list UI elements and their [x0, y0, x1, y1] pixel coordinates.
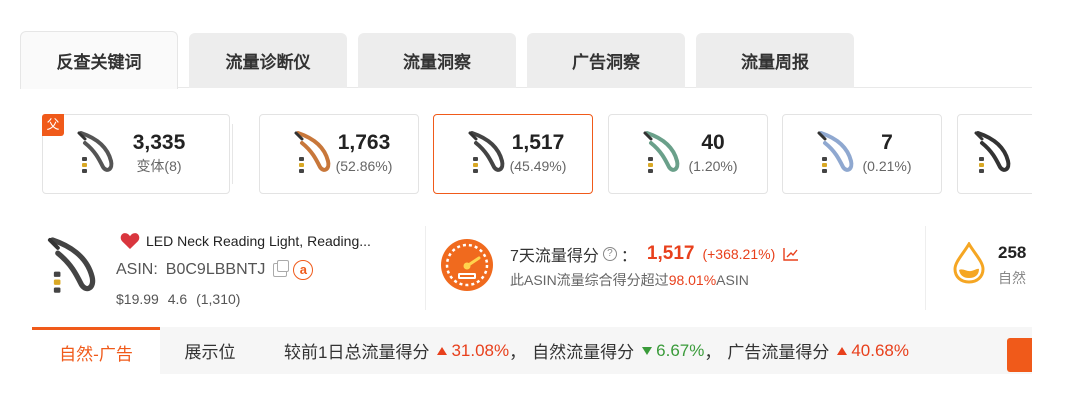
variant-card[interactable]: [957, 114, 1032, 194]
tab-traffic-insight[interactable]: 流量洞察: [358, 33, 516, 88]
product-reviews: (1,310): [196, 291, 241, 307]
product-info: LED Neck Reading Light, Reading... ASIN:…: [42, 226, 422, 312]
copy-icon[interactable]: [273, 260, 290, 277]
score-desc-prefix: 此ASIN流量综合得分超过: [510, 272, 669, 288]
tab-placement[interactable]: 展示位: [160, 327, 260, 374]
parent-badge: 父: [42, 114, 64, 136]
variant-card-selected[interactable]: 1,517 (45.49%): [433, 114, 593, 194]
tab-traffic-weekly[interactable]: 流量周报: [696, 33, 854, 88]
variant-card[interactable]: 7 (0.21%): [782, 114, 942, 194]
variant-cards: 父 3,335 变体(8) 1,763 (52.86%) 1,517 (45.4…: [42, 114, 1032, 194]
compare-summary: 较前1日总流量得分 31.08% ， 自然流量得分 6.67% ， 广告流量得分…: [284, 327, 909, 374]
score-desc-suffix: ASIN: [716, 272, 749, 288]
arrow-up-icon: [837, 346, 848, 355]
section-divider: [925, 226, 926, 310]
product-thumbnail: [77, 131, 114, 173]
tab-natural-ad[interactable]: 自然-广告: [32, 327, 160, 374]
traffic-compare-bar: 自然-广告 展示位 较前1日总流量得分 31.08% ， 自然流量得分 6.67…: [32, 327, 1032, 374]
product-thumbnail: [974, 131, 1011, 173]
viewport-mask: [1032, 100, 1082, 406]
total-label: 较前1日总流量得分: [284, 343, 430, 362]
score-label: 7天流量得分: [510, 248, 599, 265]
variant-sub: (52.86%): [335, 158, 393, 174]
heart-icon[interactable]: [120, 232, 140, 250]
product-rating: 4.6: [167, 291, 188, 307]
total-change: 31.08%: [451, 340, 510, 360]
natural-traffic-value: 258: [998, 243, 1027, 262]
natural-label: 自然流量得分: [532, 343, 635, 362]
variant-value: 1,517: [511, 131, 565, 154]
variant-value: 1,763: [337, 131, 391, 154]
ad-label: 广告流量得分: [727, 343, 830, 362]
asin-value: B0C9LBBNTJ: [165, 261, 266, 278]
water-drop-icon: [953, 242, 985, 284]
trend-chart-icon[interactable]: [783, 247, 799, 261]
help-icon[interactable]: ?: [602, 247, 617, 261]
tab-ad-insight[interactable]: 广告洞察: [527, 33, 685, 88]
variant-sub: (45.49%): [509, 158, 567, 174]
ad-change: 40.68%: [851, 340, 910, 360]
variant-value: 40: [701, 131, 725, 154]
natural-traffic-label: 自然: [998, 270, 1026, 286]
natural-change: 6.67%: [656, 340, 705, 360]
arrow-up-icon: [437, 346, 448, 355]
action-button[interactable]: [1007, 338, 1032, 372]
cards-separator: [232, 124, 233, 184]
separator: ，: [704, 343, 722, 362]
score-description: 此ASIN流量综合得分超过98.01%ASIN: [510, 270, 749, 290]
product-image[interactable]: [42, 234, 100, 304]
section-divider: [425, 226, 426, 310]
score-value: 1,517: [646, 243, 695, 264]
tab-reverse-keywords[interactable]: 反查关键词: [20, 31, 178, 89]
product-price: $19.99: [116, 291, 159, 307]
variant-value: 3,335: [132, 131, 186, 154]
amazon-link-icon[interactable]: a: [293, 260, 314, 280]
score-change: (+368.21%): [702, 246, 776, 262]
tab-traffic-diagnosis[interactable]: 流量诊断仪: [189, 33, 347, 88]
variant-sub: (0.21%): [862, 158, 912, 174]
variant-card[interactable]: 40 (1.20%): [608, 114, 768, 194]
speedometer-icon: [441, 239, 493, 291]
traffic-score-row: 7天流量得分 ? ： 1,517 (+368.21%): [510, 242, 799, 266]
variant-sub: 变体(8): [136, 158, 182, 174]
score-colon: ：: [620, 248, 637, 265]
variant-sub: (1.20%): [688, 158, 738, 174]
variant-card[interactable]: 1,763 (52.86%): [259, 114, 419, 194]
asin-label: ASIN:: [116, 261, 158, 278]
score-desc-percent: 98.01%: [668, 272, 717, 288]
separator: ，: [509, 343, 527, 362]
product-title[interactable]: LED Neck Reading Light, Reading...: [146, 233, 416, 249]
arrow-down-icon: [642, 346, 653, 355]
main-tabs: 反查关键词 流量诊断仪 流量洞察 广告洞察 流量周报: [20, 31, 1032, 89]
variant-value: 7: [881, 131, 893, 154]
variant-card-parent[interactable]: 父 3,335 变体(8): [42, 114, 230, 194]
